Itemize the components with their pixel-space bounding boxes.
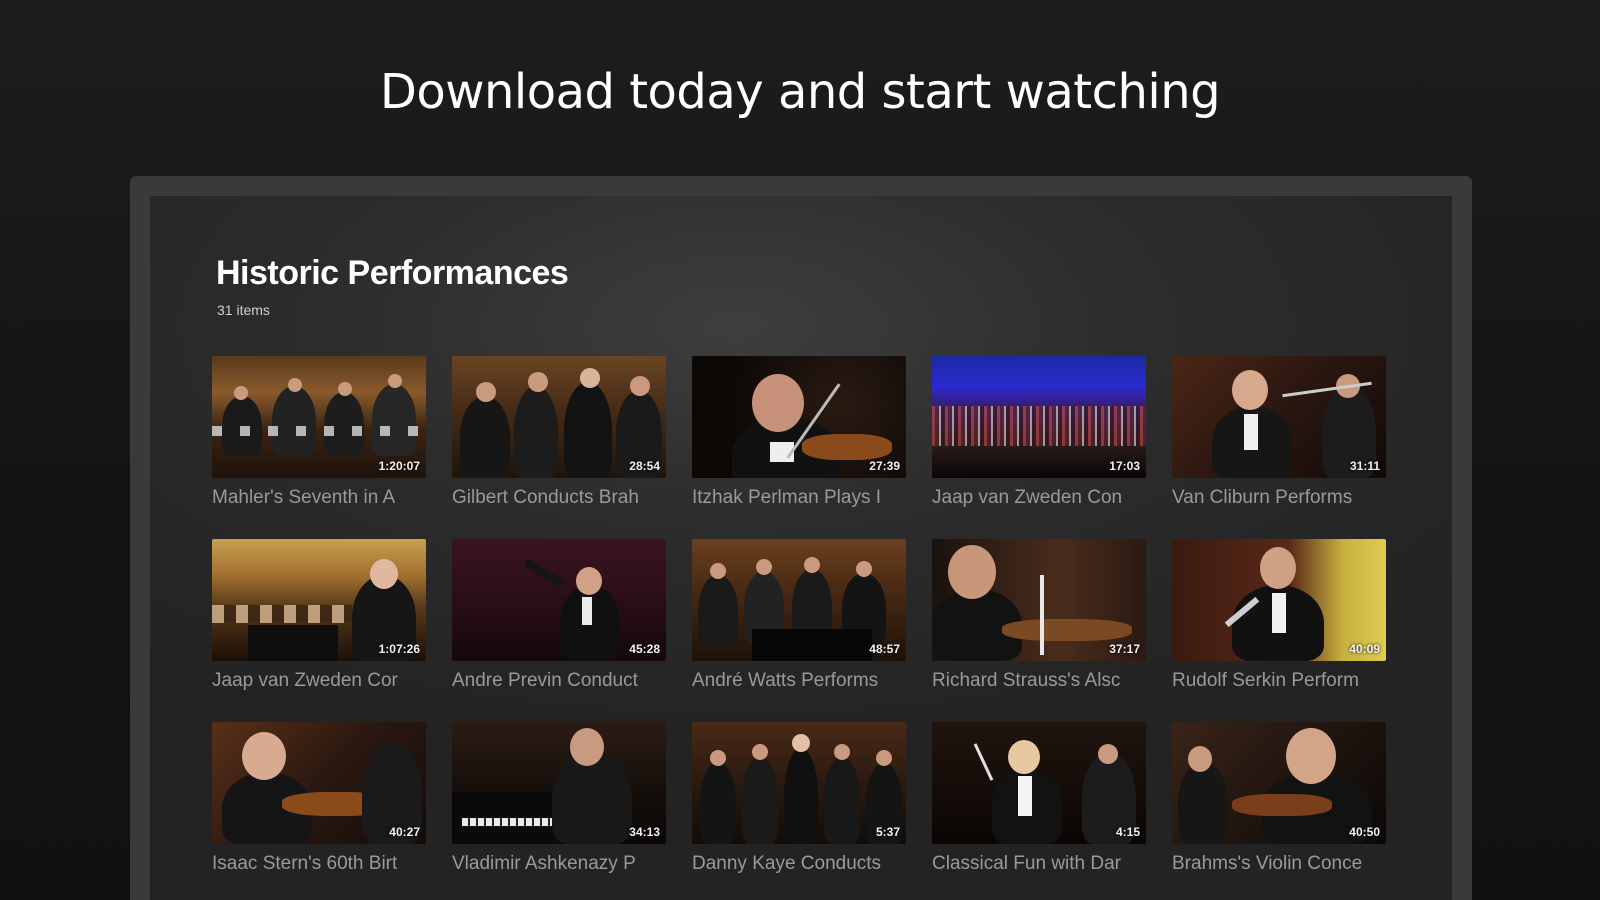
video-thumbnail[interactable]: 40:09 — [1172, 539, 1386, 661]
video-tile[interactable]: 5:37 Danny Kaye Conducts — [692, 722, 906, 875]
tv-screen: Historic Performances 31 items 1:20:07 M… — [150, 196, 1452, 900]
video-tile[interactable]: 1:20:07 Mahler's Seventh in A — [212, 356, 426, 509]
video-thumbnail[interactable]: 31:11 — [1172, 356, 1386, 478]
video-duration: 4:15 — [1115, 825, 1140, 839]
video-thumbnail[interactable]: 34:13 — [452, 722, 666, 844]
video-title[interactable]: Gilbert Conducts Brah — [452, 487, 666, 509]
video-title[interactable]: Jaap van Zweden Cor — [212, 670, 426, 692]
video-tile[interactable]: 40:27 Isaac Stern's 60th Birt — [212, 722, 426, 875]
video-tile[interactable]: 48:57 André Watts Performs — [692, 539, 906, 692]
video-thumbnail[interactable]: 5:37 — [692, 722, 906, 844]
video-thumbnail[interactable]: 48:57 — [692, 539, 906, 661]
video-thumbnail[interactable]: 27:39 — [692, 356, 906, 478]
video-title[interactable]: Danny Kaye Conducts — [692, 853, 906, 875]
section-item-count: 31 items — [217, 302, 270, 318]
video-thumbnail[interactable]: 1:20:07 — [212, 356, 426, 478]
video-thumbnail[interactable]: 1:07:26 — [212, 539, 426, 661]
promo-headline: Download today and start watching — [379, 64, 1221, 120]
video-title[interactable]: Richard Strauss's Alsc — [932, 670, 1146, 692]
video-duration: 48:57 — [869, 642, 900, 656]
video-duration: 40:27 — [389, 825, 420, 839]
video-duration: 45:28 — [629, 642, 660, 656]
video-tile[interactable]: 31:11 Van Cliburn Performs — [1172, 356, 1386, 509]
video-thumbnail[interactable]: 28:54 — [452, 356, 666, 478]
video-title[interactable]: Isaac Stern's 60th Birt — [212, 853, 426, 875]
video-thumbnail[interactable]: 40:50 — [1172, 722, 1386, 844]
video-duration: 34:13 — [629, 825, 660, 839]
video-duration: 1:20:07 — [378, 459, 420, 473]
video-tile[interactable]: 1:07:26 Jaap van Zweden Cor — [212, 539, 426, 692]
tv-frame: Historic Performances 31 items 1:20:07 M… — [130, 176, 1472, 900]
section-title: Historic Performances — [216, 254, 569, 292]
video-duration: 40:09 — [1349, 642, 1380, 656]
video-duration: 17:03 — [1109, 459, 1140, 473]
video-title[interactable]: Andre Previn Conduct — [452, 670, 666, 692]
video-title[interactable]: Van Cliburn Performs — [1172, 487, 1386, 509]
video-title[interactable]: Rudolf Serkin Perform — [1172, 670, 1386, 692]
video-title[interactable]: Jaap van Zweden Con — [932, 487, 1146, 509]
video-thumbnail[interactable]: 37:17 — [932, 539, 1146, 661]
video-tile[interactable]: 40:50 Brahms's Violin Conce — [1172, 722, 1386, 875]
video-tile[interactable]: 34:13 Vladimir Ashkenazy P — [452, 722, 666, 875]
video-duration: 37:17 — [1109, 642, 1140, 656]
video-tile[interactable]: 27:39 Itzhak Perlman Plays I — [692, 356, 906, 509]
video-duration: 28:54 — [629, 459, 660, 473]
video-duration: 40:50 — [1349, 825, 1380, 839]
video-thumbnail[interactable]: 17:03 — [932, 356, 1146, 478]
video-title[interactable]: Brahms's Violin Conce — [1172, 853, 1386, 875]
video-tile[interactable]: 40:09 Rudolf Serkin Perform — [1172, 539, 1386, 692]
video-duration: 27:39 — [869, 459, 900, 473]
video-tile[interactable]: 17:03 Jaap van Zweden Con — [932, 356, 1146, 509]
video-duration: 31:11 — [1349, 459, 1380, 473]
video-duration: 5:37 — [875, 825, 900, 839]
video-tile[interactable]: 28:54 Gilbert Conducts Brah — [452, 356, 666, 509]
video-title[interactable]: Classical Fun with Dar — [932, 853, 1146, 875]
video-thumbnail[interactable]: 40:27 — [212, 722, 426, 844]
video-title[interactable]: Vladimir Ashkenazy P — [452, 853, 666, 875]
video-title[interactable]: Itzhak Perlman Plays I — [692, 487, 906, 509]
video-title[interactable]: André Watts Performs — [692, 670, 906, 692]
video-thumbnail[interactable]: 4:15 — [932, 722, 1146, 844]
video-tile[interactable]: 45:28 Andre Previn Conduct — [452, 539, 666, 692]
video-tile[interactable]: 4:15 Classical Fun with Dar — [932, 722, 1146, 875]
video-title[interactable]: Mahler's Seventh in A — [212, 487, 426, 509]
video-grid: 1:20:07 Mahler's Seventh in A 28:54 Gilb… — [212, 356, 1386, 875]
video-duration: 1:07:26 — [378, 642, 420, 656]
video-tile[interactable]: 37:17 Richard Strauss's Alsc — [932, 539, 1146, 692]
video-thumbnail[interactable]: 45:28 — [452, 539, 666, 661]
